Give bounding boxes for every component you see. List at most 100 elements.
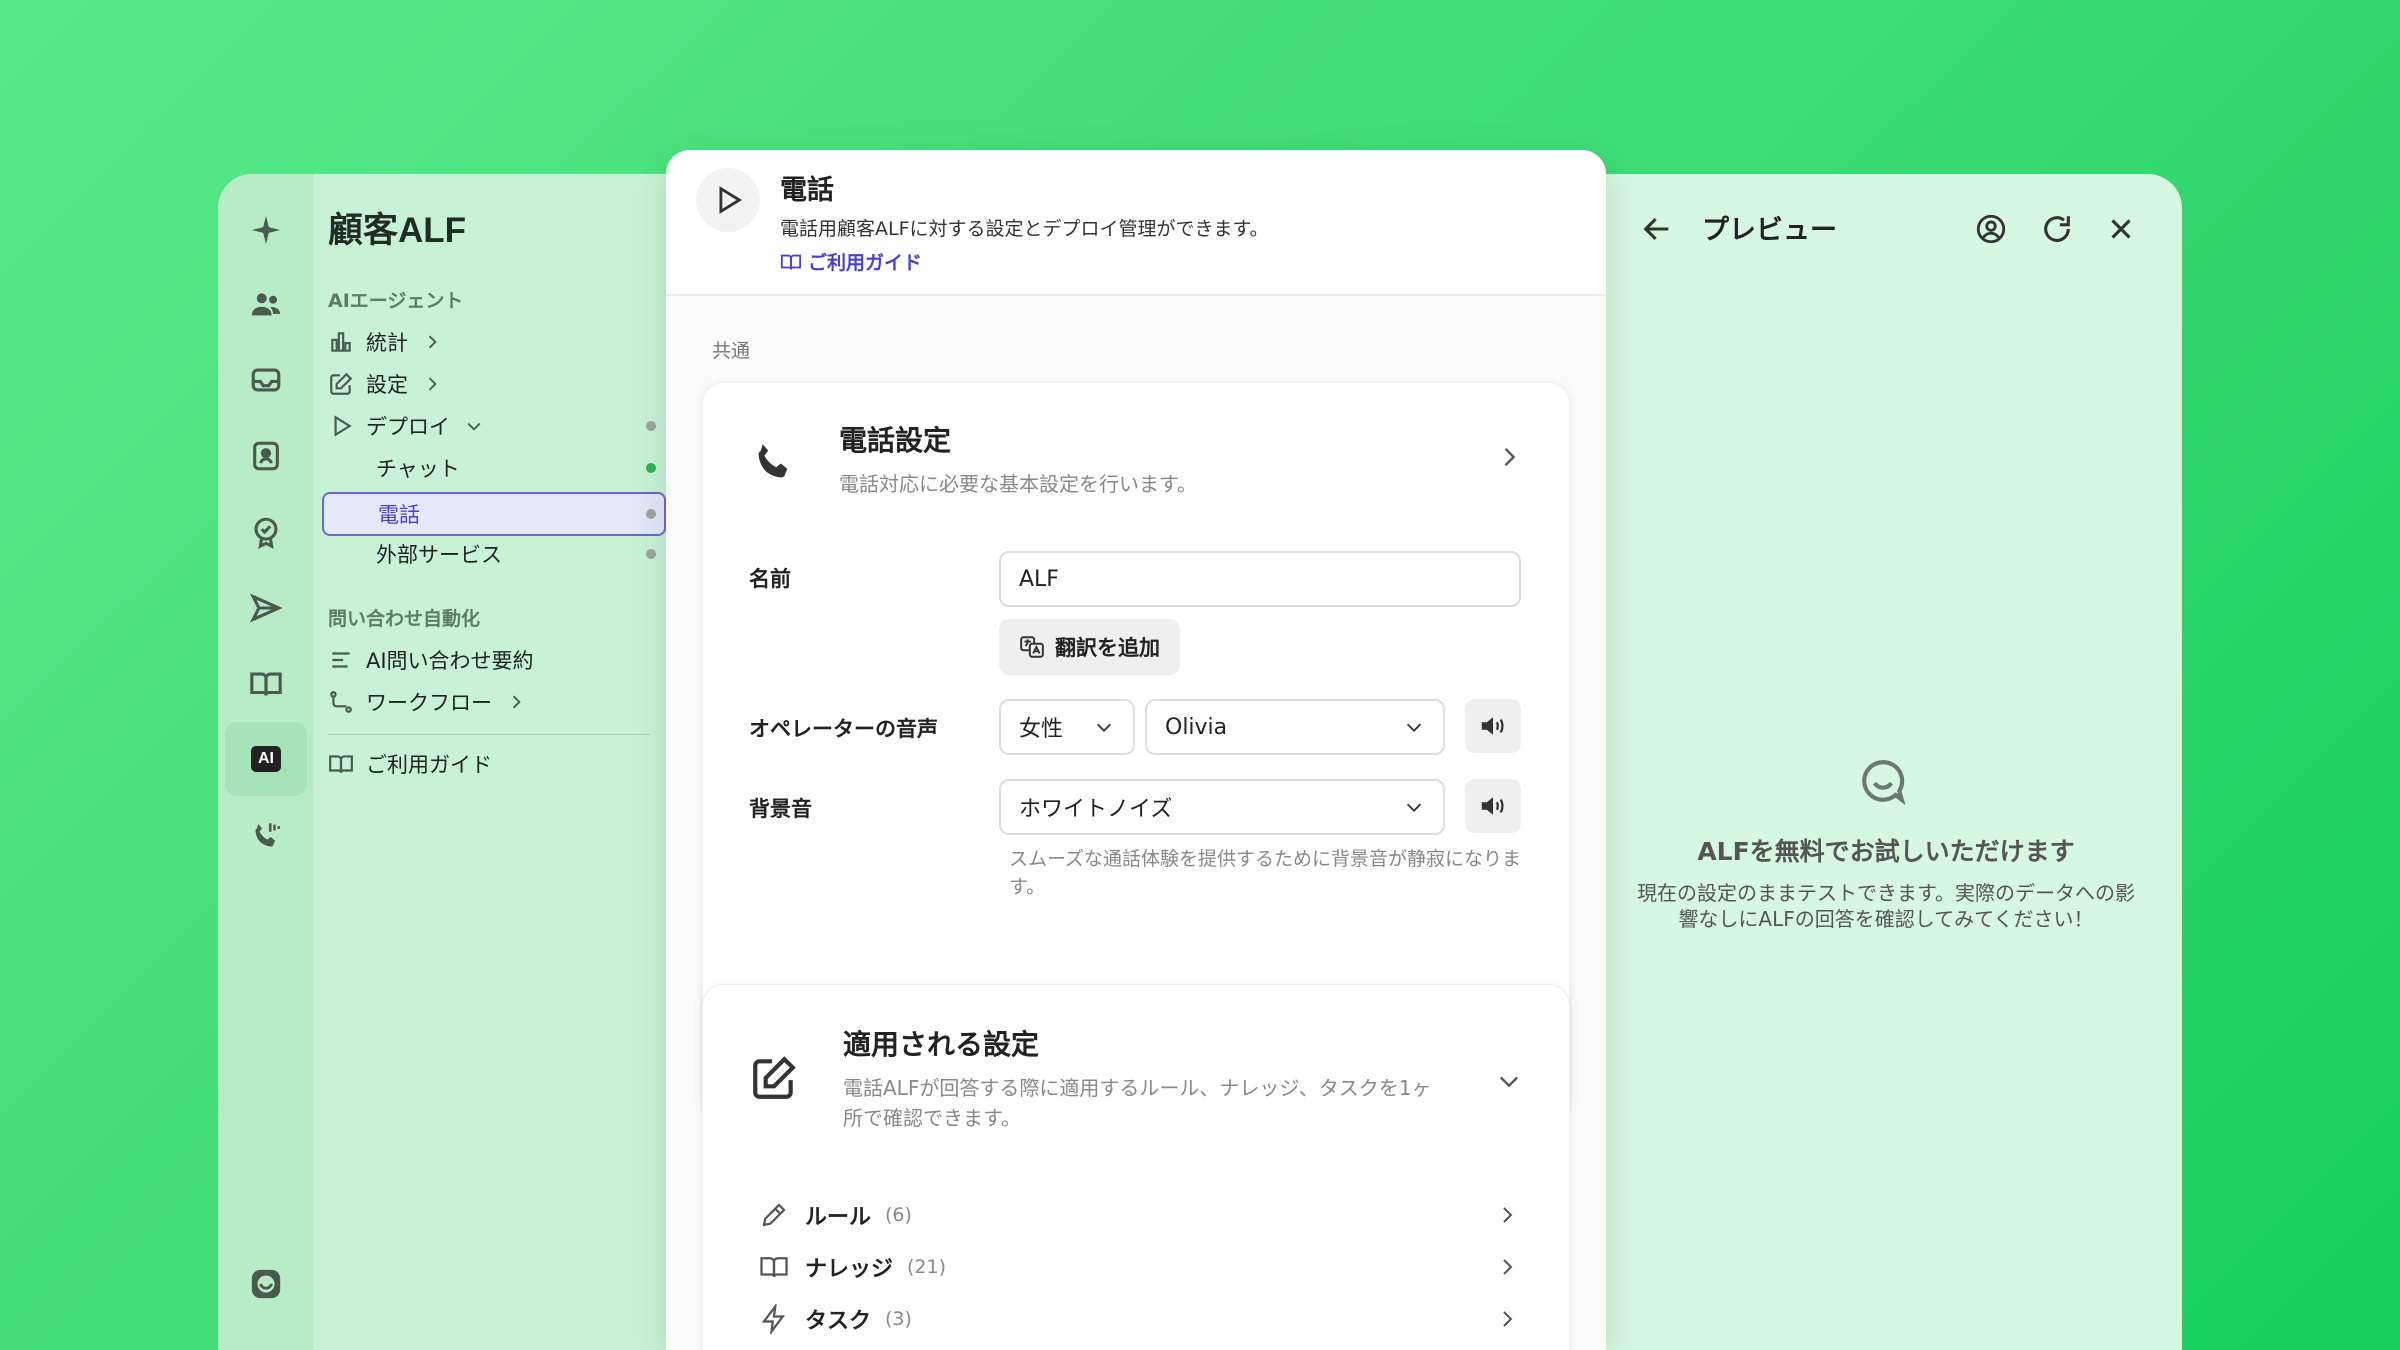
chevron-down-icon [467, 422, 481, 431]
guide-link[interactable]: ご利用ガイド [780, 248, 922, 275]
speaker-icon [1481, 717, 1504, 735]
tasks-count: (3) [885, 1308, 912, 1330]
book-icon[interactable] [242, 660, 290, 708]
play-icon [334, 415, 352, 437]
sidebar-item-deploy[interactable]: デプロイ [328, 408, 484, 444]
sidebar-item-label: チャット [376, 457, 460, 481]
sidebar-item-label: 電話 [378, 503, 420, 527]
book-open-icon [780, 254, 802, 270]
book-open-icon [329, 755, 353, 773]
voice-name-select[interactable]: Olivia [1145, 699, 1445, 755]
chevron-right-icon [512, 695, 521, 709]
add-translation-button[interactable]: 翻訳を追加 [999, 619, 1180, 675]
bar-chart-icon [331, 332, 351, 352]
phone-call-icon[interactable] [242, 812, 290, 860]
voice-gender-select[interactable]: 女性 [999, 699, 1135, 755]
status-dot-external [646, 549, 656, 559]
name-label: 名前 [749, 567, 791, 591]
section-ai-agent: AIエージェント [328, 290, 464, 312]
chevron-down-icon [1096, 723, 1112, 732]
contact-icon[interactable] [242, 432, 290, 480]
icon-rail: AI [218, 174, 314, 1350]
knowledge-count: (21) [907, 1256, 947, 1278]
sidebar-item-stats[interactable]: 統計 [328, 324, 442, 360]
bg-sound-play-button[interactable] [1465, 779, 1521, 833]
send-icon[interactable] [242, 584, 290, 632]
translate-icon [1020, 636, 1044, 658]
chevron-right-icon [1503, 1311, 1513, 1327]
sidebar-item-label: 外部サービス [376, 543, 502, 567]
workflow-icon [330, 691, 352, 713]
sidebar-item-label: 統計 [366, 331, 408, 355]
user-circle-icon[interactable] [1974, 212, 2008, 246]
sidebar-item-workflow[interactable]: ワークフロー [328, 684, 526, 720]
sidebar-item-guide[interactable]: ご利用ガイド [328, 746, 492, 782]
play-icon [719, 186, 743, 214]
sidebar-title: 顧客ALF [328, 211, 467, 250]
app-sidebar-window: AI 顧客ALF AIエージェント 統計 設定 デプロイ チャット 電話 外部サ… [218, 174, 678, 1350]
chevron-right-icon [428, 377, 437, 391]
sidebar-item-chat[interactable]: チャット [376, 450, 460, 486]
chevron-down-icon[interactable] [1495, 1067, 1523, 1095]
sidebar-item-ai-summary[interactable]: AI問い合わせ要約 [328, 642, 534, 678]
status-dot-deploy [646, 421, 656, 431]
rules-row[interactable]: ルール (6) [759, 1195, 1519, 1235]
card-title: 電話設定 [839, 424, 952, 457]
book-open-icon [760, 1257, 788, 1278]
card-title: 適用される設定 [843, 1028, 1040, 1061]
knowledge-row[interactable]: ナレッジ (21) [759, 1247, 1519, 1287]
inbox-icon[interactable] [242, 356, 290, 404]
knowledge-label: ナレッジ [805, 1257, 894, 1282]
sparkle-icon[interactable] [242, 206, 290, 254]
arrow-left-icon[interactable] [1640, 212, 1674, 246]
chevron-right-icon [1503, 1259, 1513, 1275]
card-description: 電話ALFが回答する際に適用するルール、ナレッジ、タスクを1ヶ所で確認できます。 [843, 1076, 1432, 1130]
chevron-down-icon [1406, 723, 1422, 732]
page-title: 電話 [780, 175, 834, 206]
sidebar-item-label: 設定 [366, 373, 408, 397]
add-translation-label: 翻訳を追加 [1055, 636, 1160, 660]
channel-logo-icon[interactable] [242, 1260, 290, 1308]
voice-play-button[interactable] [1465, 699, 1521, 753]
close-icon[interactable] [2104, 212, 2138, 246]
chat-bot-icon [1862, 760, 1906, 806]
rules-label: ルール [805, 1205, 872, 1230]
bg-sound-select[interactable]: ホワイトノイズ [999, 779, 1445, 835]
users-icon[interactable] [242, 280, 290, 328]
lightning-icon [761, 1304, 785, 1334]
page-description: 電話用顧客ALFに対する設定とデプロイ管理ができます。 [780, 218, 1269, 240]
phone-settings-panel: 電話 電話用顧客ALFに対する設定とデプロイ管理ができます。 ご利用ガイド 共通… [666, 150, 1606, 1350]
status-dot-chat [646, 463, 656, 473]
preview-empty-description: 現在の設定のままテストできます。実際のデータへの影響なしにALFの回答を確認して… [1637, 881, 2135, 931]
guide-link-label: ご利用ガイド [808, 252, 923, 274]
phone-icon [758, 444, 788, 478]
voice-name-value: Olivia [1165, 714, 1228, 740]
section-label-common: 共通 [712, 340, 751, 362]
speaker-icon [1481, 797, 1504, 815]
preview-window: プレビュー ALFを無料でお試しいただけます 現在の設定のままテストできます。実… [1590, 174, 2182, 1350]
card-description: 電話対応に必要な基本設定を行います。 [839, 472, 1197, 496]
tasks-row[interactable]: タスク (3) [759, 1299, 1519, 1339]
rules-count: (6) [885, 1204, 912, 1226]
applied-settings-card: 適用される設定 電話ALFが回答する際に適用するルール、ナレッジ、タスクを1ヶ所… [702, 984, 1570, 1350]
chevron-right-icon [1503, 1207, 1513, 1223]
sidebar-item-label: ワークフロー [366, 691, 492, 715]
sidebar-item-phone[interactable]: 電話 [322, 492, 666, 536]
panel-header: 電話 電話用顧客ALFに対する設定とデプロイ管理ができます。 ご利用ガイド [666, 150, 1606, 296]
chevron-down-icon [1406, 803, 1422, 812]
bg-sound-label: 背景音 [749, 797, 812, 821]
play-button[interactable] [696, 168, 760, 232]
sidebar-item-external[interactable]: 外部サービス [376, 536, 502, 572]
ai-badge: AI [251, 746, 281, 772]
ai-agent-icon[interactable]: AI [225, 722, 307, 796]
badge-check-icon[interactable] [242, 508, 290, 556]
preview-title: プレビュー [1702, 215, 1837, 245]
tasks-label: タスク [805, 1309, 872, 1334]
nav-divider [328, 734, 650, 735]
sidebar-item-settings[interactable]: 設定 [328, 366, 442, 402]
refresh-icon[interactable] [2040, 212, 2074, 246]
edit-icon [330, 372, 353, 395]
section-automation: 問い合わせ自動化 [328, 608, 481, 630]
chevron-right-icon[interactable] [1495, 443, 1523, 471]
name-input[interactable]: ALF [999, 551, 1521, 607]
